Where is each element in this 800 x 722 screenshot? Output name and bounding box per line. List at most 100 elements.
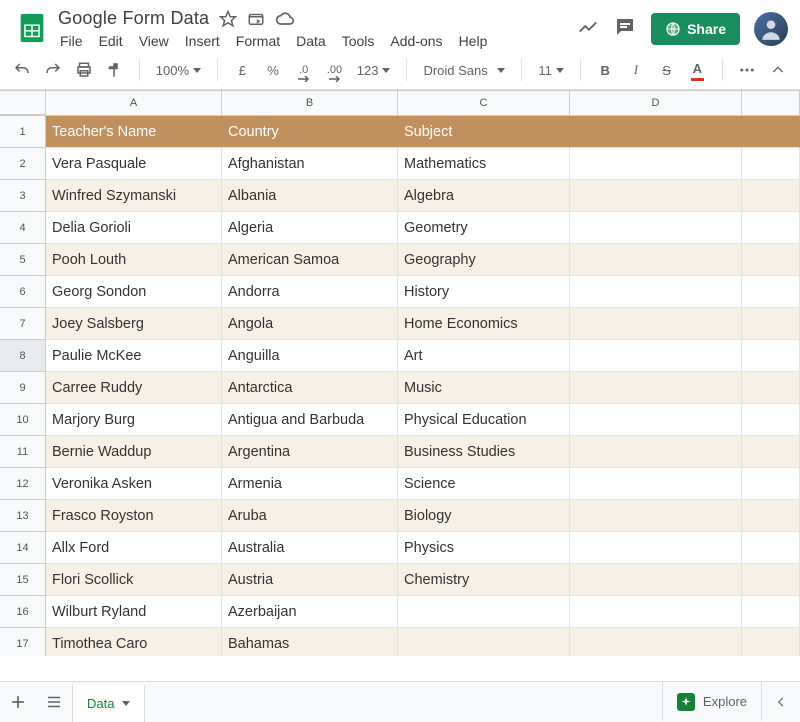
share-button[interactable]: Share	[651, 13, 740, 45]
cell[interactable]: Winfred Szymanski	[46, 180, 222, 212]
more-toolbar-button[interactable]	[735, 57, 760, 83]
row-header[interactable]: 14	[0, 532, 46, 564]
cell[interactable]	[570, 180, 742, 212]
cell[interactable]: Business Studies	[398, 436, 570, 468]
cell[interactable]	[742, 308, 800, 340]
increase-decimal-button[interactable]: .00	[322, 57, 347, 83]
cell[interactable]: Anguilla	[222, 340, 398, 372]
cell[interactable]: Art	[398, 340, 570, 372]
cell[interactable]	[742, 244, 800, 276]
cell[interactable]	[570, 212, 742, 244]
cell[interactable]: Aruba	[222, 500, 398, 532]
decrease-decimal-button[interactable]: .0	[291, 57, 316, 83]
cell[interactable]: Physics	[398, 532, 570, 564]
cell[interactable]	[570, 436, 742, 468]
cell[interactable]: Paulie McKee	[46, 340, 222, 372]
cell[interactable]: Music	[398, 372, 570, 404]
cell[interactable]	[742, 372, 800, 404]
menu-format[interactable]: Format	[236, 33, 280, 49]
all-sheets-button[interactable]	[36, 684, 72, 720]
row-header[interactable]: 2	[0, 148, 46, 180]
header-cell[interactable]: Subject	[398, 116, 570, 148]
star-icon[interactable]	[219, 10, 237, 28]
column-header-B[interactable]: B	[222, 91, 398, 115]
cell[interactable]: Afghanistan	[222, 148, 398, 180]
cell[interactable]: Albania	[222, 180, 398, 212]
row-header[interactable]: 5	[0, 244, 46, 276]
cell[interactable]: Allx Ford	[46, 532, 222, 564]
redo-button[interactable]	[41, 57, 66, 83]
cell[interactable]	[570, 372, 742, 404]
italic-button[interactable]: I	[624, 57, 649, 83]
cell[interactable]: American Samoa	[222, 244, 398, 276]
cell[interactable]: Chemistry	[398, 564, 570, 596]
cell[interactable]	[398, 628, 570, 656]
comments-icon[interactable]	[613, 15, 637, 44]
select-all-corner[interactable]	[0, 91, 46, 115]
sheets-app-icon[interactable]	[12, 8, 52, 48]
row-header[interactable]: 13	[0, 500, 46, 532]
cell[interactable]	[742, 148, 800, 180]
header-cell[interactable]	[570, 116, 742, 148]
cell[interactable]: Bernie Waddup	[46, 436, 222, 468]
cell[interactable]: Argentina	[222, 436, 398, 468]
cell[interactable]: Timothea Caro	[46, 628, 222, 656]
sheet-tab-data[interactable]: Data	[72, 684, 145, 722]
cell[interactable]: Bahamas	[222, 628, 398, 656]
cell[interactable]: Mathematics	[398, 148, 570, 180]
cell[interactable]: Pooh Louth	[46, 244, 222, 276]
column-header-extra[interactable]	[742, 91, 800, 115]
cell[interactable]	[570, 308, 742, 340]
menu-data[interactable]: Data	[296, 33, 326, 49]
cell[interactable]: Wilburt Ryland	[46, 596, 222, 628]
cell[interactable]: Science	[398, 468, 570, 500]
cell[interactable]: Algeria	[222, 212, 398, 244]
cell[interactable]	[570, 564, 742, 596]
text-color-button[interactable]: A	[685, 57, 710, 83]
cell[interactable]: Frasco Royston	[46, 500, 222, 532]
cell[interactable]: Geography	[398, 244, 570, 276]
cell[interactable]	[742, 596, 800, 628]
cell[interactable]	[570, 500, 742, 532]
cell[interactable]	[570, 148, 742, 180]
cell[interactable]	[570, 468, 742, 500]
cell[interactable]	[742, 468, 800, 500]
cell[interactable]: History	[398, 276, 570, 308]
cell[interactable]	[570, 628, 742, 656]
cell[interactable]: Marjory Burg	[46, 404, 222, 436]
document-title[interactable]: Google Form Data	[58, 8, 209, 29]
cell[interactable]: Vera Pasquale	[46, 148, 222, 180]
row-header[interactable]: 6	[0, 276, 46, 308]
cell[interactable]: Azerbaijan	[222, 596, 398, 628]
cell[interactable]	[570, 276, 742, 308]
row-header[interactable]: 17	[0, 628, 46, 656]
column-header-D[interactable]: D	[570, 91, 742, 115]
sheet-tab-menu-icon[interactable]	[122, 701, 130, 706]
cell[interactable]: Joey Salsberg	[46, 308, 222, 340]
cell[interactable]	[742, 340, 800, 372]
strikethrough-button[interactable]: S	[654, 57, 679, 83]
cell[interactable]: Carree Ruddy	[46, 372, 222, 404]
row-header[interactable]: 4	[0, 212, 46, 244]
cell[interactable]: Geometry	[398, 212, 570, 244]
row-header[interactable]: 3	[0, 180, 46, 212]
header-cell[interactable]: Country	[222, 116, 398, 148]
cell[interactable]: Australia	[222, 532, 398, 564]
cell[interactable]: Delia Gorioli	[46, 212, 222, 244]
cloud-status-icon[interactable]	[275, 9, 295, 29]
row-header[interactable]: 1	[0, 116, 46, 148]
row-header[interactable]: 16	[0, 596, 46, 628]
cell[interactable]: Veronika Asken	[46, 468, 222, 500]
cell[interactable]	[742, 404, 800, 436]
column-header-C[interactable]: C	[398, 91, 570, 115]
cell[interactable]: Physical Education	[398, 404, 570, 436]
explore-button[interactable]: Explore	[662, 682, 762, 721]
column-header-A[interactable]: A	[46, 91, 222, 115]
cell[interactable]	[742, 436, 800, 468]
cell[interactable]: Armenia	[222, 468, 398, 500]
format-percent-button[interactable]: %	[261, 57, 286, 83]
row-header[interactable]: 9	[0, 372, 46, 404]
cell[interactable]: Antigua and Barbuda	[222, 404, 398, 436]
print-button[interactable]	[71, 57, 96, 83]
format-currency-button[interactable]: £	[230, 57, 255, 83]
